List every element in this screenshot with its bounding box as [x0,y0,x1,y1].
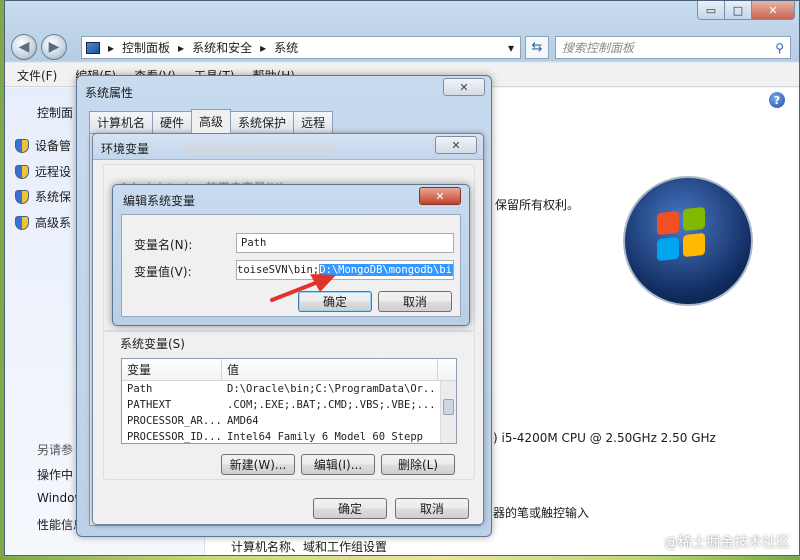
watermark: @稀土掘金技术社区 [664,535,790,551]
tab-advanced[interactable]: 高级 [191,109,232,133]
annotation-arrow-icon [270,274,336,302]
